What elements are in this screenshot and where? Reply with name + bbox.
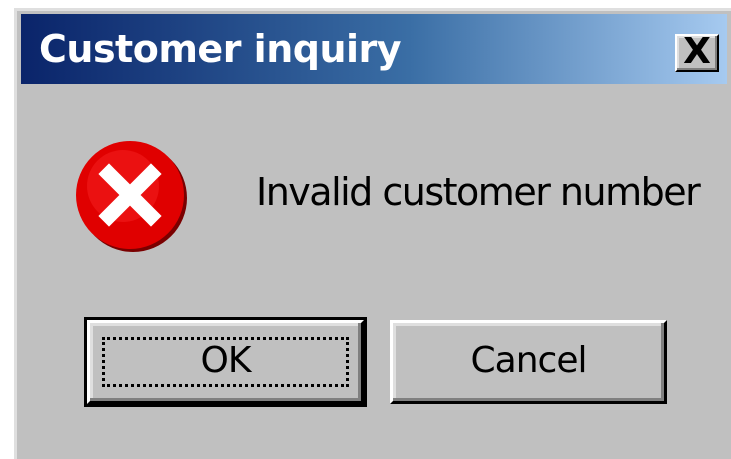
error-message: Invalid customer number [256, 170, 701, 214]
ok-button[interactable]: OK [84, 317, 367, 407]
title-bar[interactable]: Customer inquiry X [21, 14, 727, 84]
cancel-button-label: Cancel [470, 340, 588, 381]
close-icon: X [683, 31, 711, 72]
cancel-button[interactable]: Cancel [390, 320, 667, 404]
window-title: Customer inquiry [39, 27, 402, 71]
close-button[interactable]: X [675, 31, 719, 72]
error-icon [76, 141, 187, 252]
ok-button-label: OK [200, 340, 252, 381]
